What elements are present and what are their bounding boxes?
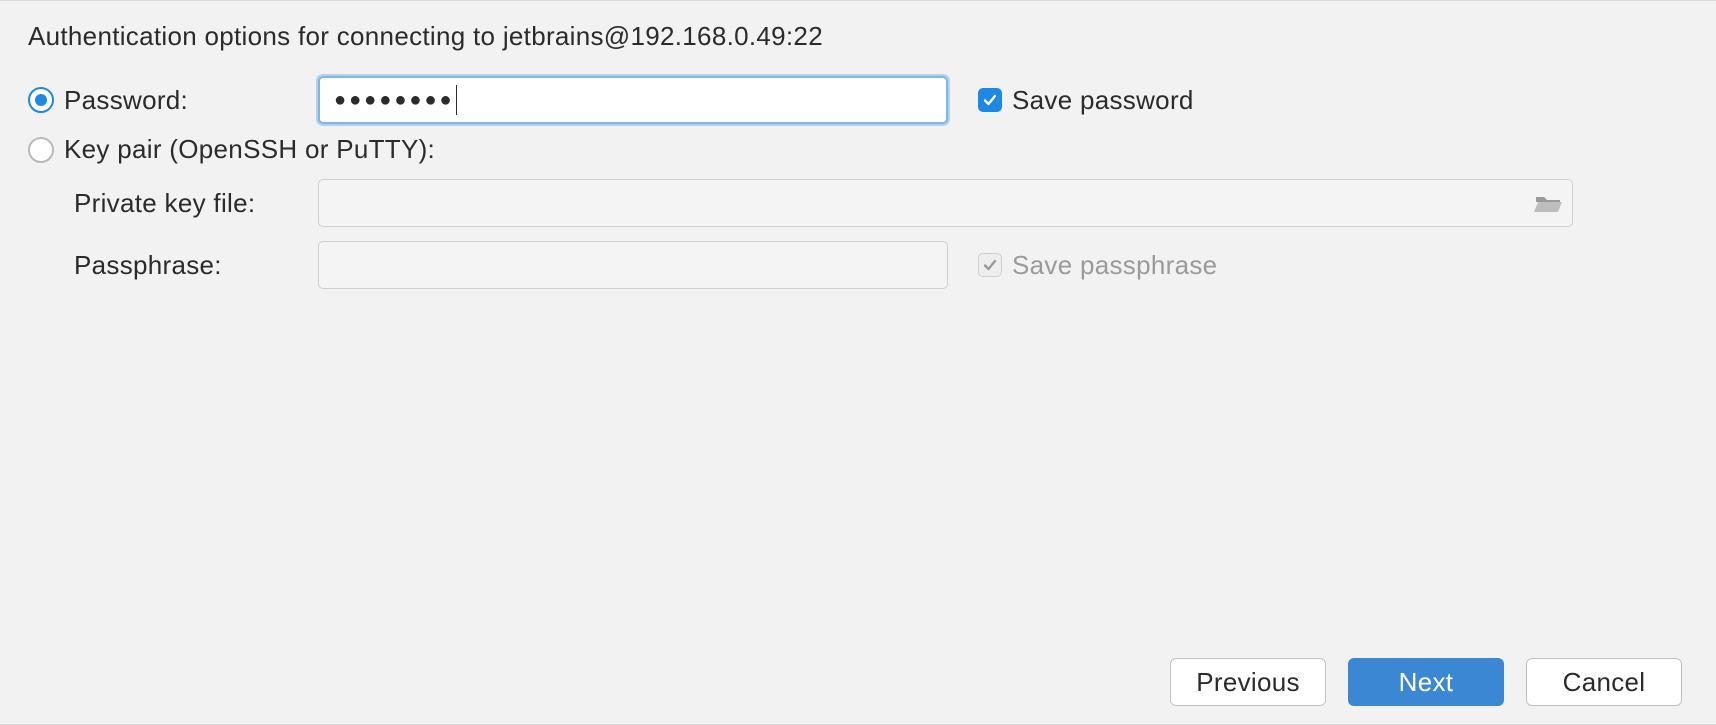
next-button[interactable]: Next [1348, 658, 1504, 706]
auth-settings-panel: Authentication options for connecting to… [0, 0, 1716, 725]
password-mask: ●●●●●●●● [334, 90, 455, 110]
password-input[interactable]: ●●●●●●●● [318, 76, 948, 124]
checkmark-icon [982, 257, 998, 273]
button-bar: Previous Next Cancel [28, 658, 1688, 706]
save-passphrase-checkbox [978, 253, 1002, 277]
cancel-button[interactable]: Cancel [1526, 658, 1682, 706]
form-area: Password: ●●●●●●●● Save password Key pai… [28, 76, 1688, 658]
passphrase-row: Passphrase: Save passphrase [28, 241, 1688, 289]
private-key-label: Private key file: [74, 188, 255, 219]
keypair-row: Key pair (OpenSSH or PuTTY): [28, 134, 1688, 165]
folder-open-icon[interactable] [1534, 192, 1562, 214]
password-label: Password: [64, 85, 188, 116]
password-radio[interactable] [28, 87, 54, 113]
save-passphrase-label: Save passphrase [1012, 250, 1217, 281]
text-caret [456, 85, 457, 115]
save-password-label: Save password [1012, 85, 1194, 116]
passphrase-input[interactable] [318, 241, 948, 289]
previous-button[interactable]: Previous [1170, 658, 1326, 706]
passphrase-label: Passphrase: [74, 250, 222, 281]
password-row: Password: ●●●●●●●● Save password [28, 76, 1688, 124]
private-key-input[interactable] [318, 179, 1573, 227]
keypair-radio[interactable] [28, 137, 54, 163]
save-password-checkbox[interactable] [978, 88, 1002, 112]
keypair-label: Key pair (OpenSSH or PuTTY): [64, 134, 435, 165]
checkmark-icon [982, 92, 998, 108]
private-key-row: Private key file: [28, 179, 1688, 227]
heading: Authentication options for connecting to… [28, 21, 1688, 52]
